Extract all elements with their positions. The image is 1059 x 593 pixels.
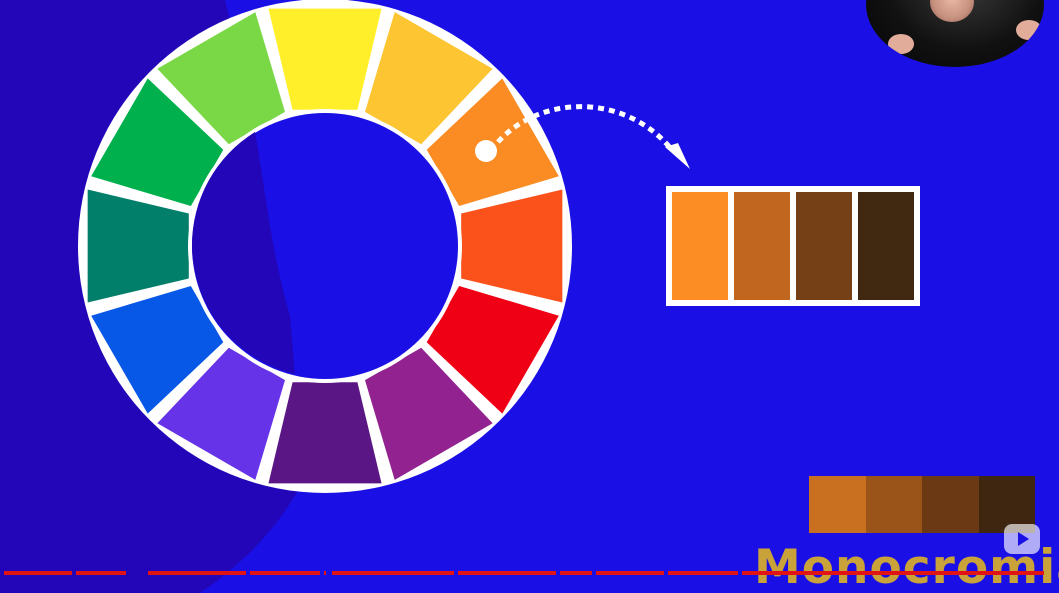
presenter-hand-left [888, 34, 914, 54]
progress-chapter-7[interactable] [458, 571, 556, 575]
palette-swatch-2 [734, 192, 790, 300]
progress-chapter-5[interactable] [324, 571, 326, 575]
preview-swatch-2 [865, 476, 922, 533]
presenter-face [930, 0, 974, 22]
preview-swatch-1 [809, 476, 866, 533]
monochrome-palette-preview [809, 476, 1035, 533]
palette-swatch-3 [796, 192, 852, 300]
progress-chapter-4[interactable] [250, 571, 320, 575]
presenter-hand-right [1016, 20, 1042, 40]
palette-swatch-4 [858, 192, 914, 300]
progress-chapter-9[interactable] [596, 571, 664, 575]
progress-chapter-11[interactable] [742, 571, 1044, 575]
progress-chapter-10[interactable] [668, 571, 738, 575]
play-button[interactable] [1004, 524, 1040, 554]
video-frame[interactable]: Monocromia [0, 0, 1059, 593]
progress-chapter-1[interactable] [4, 571, 72, 575]
arrow-head-icon [665, 143, 690, 169]
color-wheel [78, 0, 572, 493]
progress-chapter-2[interactable] [76, 571, 126, 575]
video-progress-bar[interactable] [4, 571, 1044, 575]
progress-chapter-6[interactable] [332, 571, 454, 575]
palette-swatch-1 [672, 192, 728, 300]
selected-color-marker [475, 140, 497, 162]
monochrome-palette [666, 186, 920, 306]
play-icon [1018, 532, 1029, 546]
progress-chapter-3[interactable] [148, 571, 246, 575]
preview-swatch-3 [922, 476, 979, 533]
progress-chapter-8[interactable] [560, 571, 592, 575]
